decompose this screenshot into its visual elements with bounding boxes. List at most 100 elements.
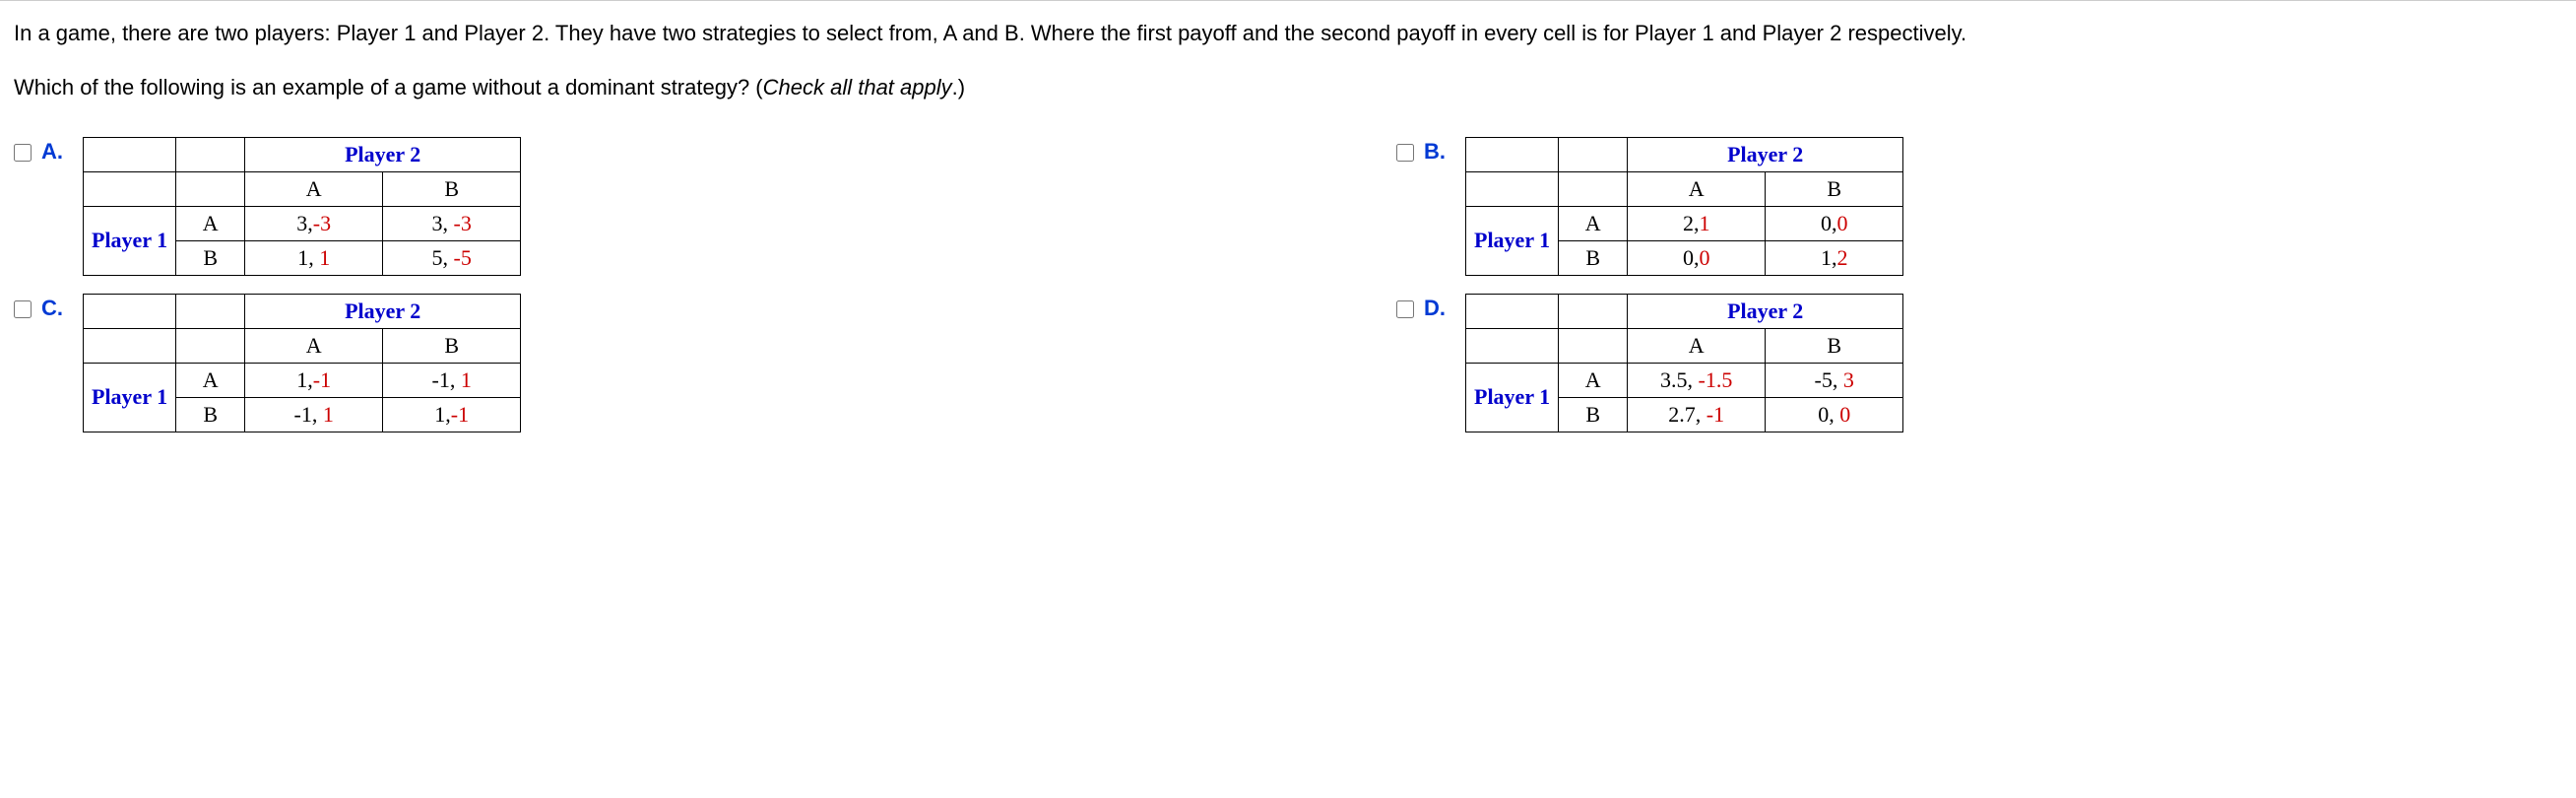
col-A-label: A xyxy=(1628,171,1766,206)
payoff-matrix-B: Player 2 A B Player 1 A 2,1 0,0 B 0,0 1,… xyxy=(1465,137,1903,276)
payoff-sep: , xyxy=(312,402,323,427)
col-B-label: B xyxy=(383,328,521,363)
cell-B-BA: 0,0 xyxy=(1628,240,1766,275)
blank-cell xyxy=(176,171,245,206)
payoff-p2: 0 xyxy=(1699,245,1709,270)
blank-cell xyxy=(176,328,245,363)
option-C-letter: C. xyxy=(41,296,63,321)
option-C: C. Player 2 A B Player 1 A 1,-1 -1, 1 B xyxy=(14,294,1180,432)
option-D-letter: D. xyxy=(1424,296,1446,321)
options-grid: A. Player 2 A B Player 1 A 3, -3 3, -3 B xyxy=(0,127,2576,432)
payoff-p1: -1 xyxy=(432,367,450,392)
question-block: In a game, there are two players: Player… xyxy=(0,1,2576,103)
payoff-p2: -1.5 xyxy=(1699,367,1733,392)
payoff-p2: 0 xyxy=(1836,211,1847,235)
payoff-p1: 2.7 xyxy=(1668,402,1696,427)
row-B-label: B xyxy=(176,240,245,275)
corner-cell xyxy=(1466,294,1559,328)
option-D-head: D. xyxy=(1396,294,1455,321)
corner-cell xyxy=(1466,137,1559,171)
payoff-sep: , xyxy=(443,245,454,270)
payoff-p1: 3 xyxy=(296,211,307,235)
payoff-p1: 1 xyxy=(1821,245,1832,270)
payoff-sep: , xyxy=(450,367,461,392)
option-B: B. Player 2 A B Player 1 A 2,1 0,0 B xyxy=(1396,137,2562,276)
payoff-sep: , xyxy=(443,211,454,235)
option-A-letter: A. xyxy=(41,139,63,165)
checkbox-A[interactable] xyxy=(14,144,32,162)
payoff-p1: -1 xyxy=(294,402,312,427)
payoff-p2: -1 xyxy=(1707,402,1724,427)
payoff-p1: 0 xyxy=(1821,211,1832,235)
payoff-p1: -5 xyxy=(1815,367,1833,392)
blank-cell xyxy=(1559,328,1628,363)
player1-header: Player 1 xyxy=(1466,206,1559,275)
blank-cell xyxy=(84,171,176,206)
q2-prefix: Which of the following is an example of … xyxy=(14,75,763,100)
option-A: A. Player 2 A B Player 1 A 3,-3 3, -3 B xyxy=(14,137,1180,276)
row-A-label: A xyxy=(1559,363,1628,397)
cell-D-AB: -5, 3 xyxy=(1766,363,1903,397)
payoff-p2: 1 xyxy=(319,245,330,270)
payoff-p2: 3 xyxy=(1843,367,1854,392)
player2-header: Player 2 xyxy=(1628,137,1903,171)
payoff-p1: 0 xyxy=(1683,245,1694,270)
cell-B-BB: 1,2 xyxy=(1766,240,1903,275)
cell-B-AA: 2,1 xyxy=(1628,206,1766,240)
payoff-sep: , xyxy=(308,245,319,270)
cell-A-AB: 3, -3 xyxy=(383,206,521,240)
player2-header: Player 2 xyxy=(245,294,521,328)
payoff-p2: -1 xyxy=(451,402,469,427)
cell-D-BA: 2.7, -1 xyxy=(1628,397,1766,432)
row-A-label: A xyxy=(176,363,245,397)
payoff-sep: , xyxy=(1688,367,1699,392)
col-A-label: A xyxy=(1628,328,1766,363)
q2-emphasis: Check all that apply xyxy=(763,75,952,100)
cell-C-AB: -1, 1 xyxy=(383,363,521,397)
player2-header: Player 2 xyxy=(1628,294,1903,328)
payoff-p1: 1 xyxy=(297,245,308,270)
checkbox-B[interactable] xyxy=(1396,144,1414,162)
payoff-p2: 1 xyxy=(323,402,334,427)
payoff-sep: , xyxy=(1829,402,1839,427)
row-A-label: A xyxy=(176,206,245,240)
cell-C-BA: -1, 1 xyxy=(245,397,383,432)
payoff-p1: 5 xyxy=(432,245,443,270)
row-B-label: B xyxy=(1559,240,1628,275)
corner-cell xyxy=(84,137,176,171)
corner-cell xyxy=(176,294,245,328)
checkbox-C[interactable] xyxy=(14,300,32,318)
cell-C-AA: 1,-1 xyxy=(245,363,383,397)
col-B-label: B xyxy=(383,171,521,206)
payoff-p1: 2 xyxy=(1683,211,1694,235)
payoff-p1: 1 xyxy=(434,402,445,427)
row-B-label: B xyxy=(1559,397,1628,432)
corner-cell xyxy=(1559,294,1628,328)
question-line-2: Which of the following is an example of … xyxy=(14,73,2562,103)
payoff-p2: -3 xyxy=(313,211,331,235)
blank-cell xyxy=(84,328,176,363)
payoff-p2: 1 xyxy=(461,367,472,392)
cell-D-BB: 0, 0 xyxy=(1766,397,1903,432)
cell-C-BB: 1,-1 xyxy=(383,397,521,432)
player1-header: Player 1 xyxy=(84,206,176,275)
checkbox-D[interactable] xyxy=(1396,300,1414,318)
cell-A-BA: 1, 1 xyxy=(245,240,383,275)
col-B-label: B xyxy=(1766,171,1903,206)
row-A-label: A xyxy=(1559,206,1628,240)
payoff-p2: -5 xyxy=(454,245,472,270)
payoff-matrix-C: Player 2 A B Player 1 A 1,-1 -1, 1 B -1,… xyxy=(83,294,521,432)
row-B-label: B xyxy=(176,397,245,432)
payoff-p1: 3.5 xyxy=(1660,367,1688,392)
player1-header: Player 1 xyxy=(1466,363,1559,432)
payoff-sep: , xyxy=(1696,402,1707,427)
cell-B-AB: 0,0 xyxy=(1766,206,1903,240)
payoff-p2: 2 xyxy=(1836,245,1847,270)
payoff-p1: 0 xyxy=(1818,402,1829,427)
payoff-p2: 0 xyxy=(1839,402,1850,427)
col-B-label: B xyxy=(1766,328,1903,363)
payoff-matrix-D: Player 2 A B Player 1 A 3.5, -1.5 -5, 3 … xyxy=(1465,294,1903,432)
question-line-1: In a game, there are two players: Player… xyxy=(14,19,2562,49)
option-A-head: A. xyxy=(14,137,73,165)
corner-cell xyxy=(176,137,245,171)
